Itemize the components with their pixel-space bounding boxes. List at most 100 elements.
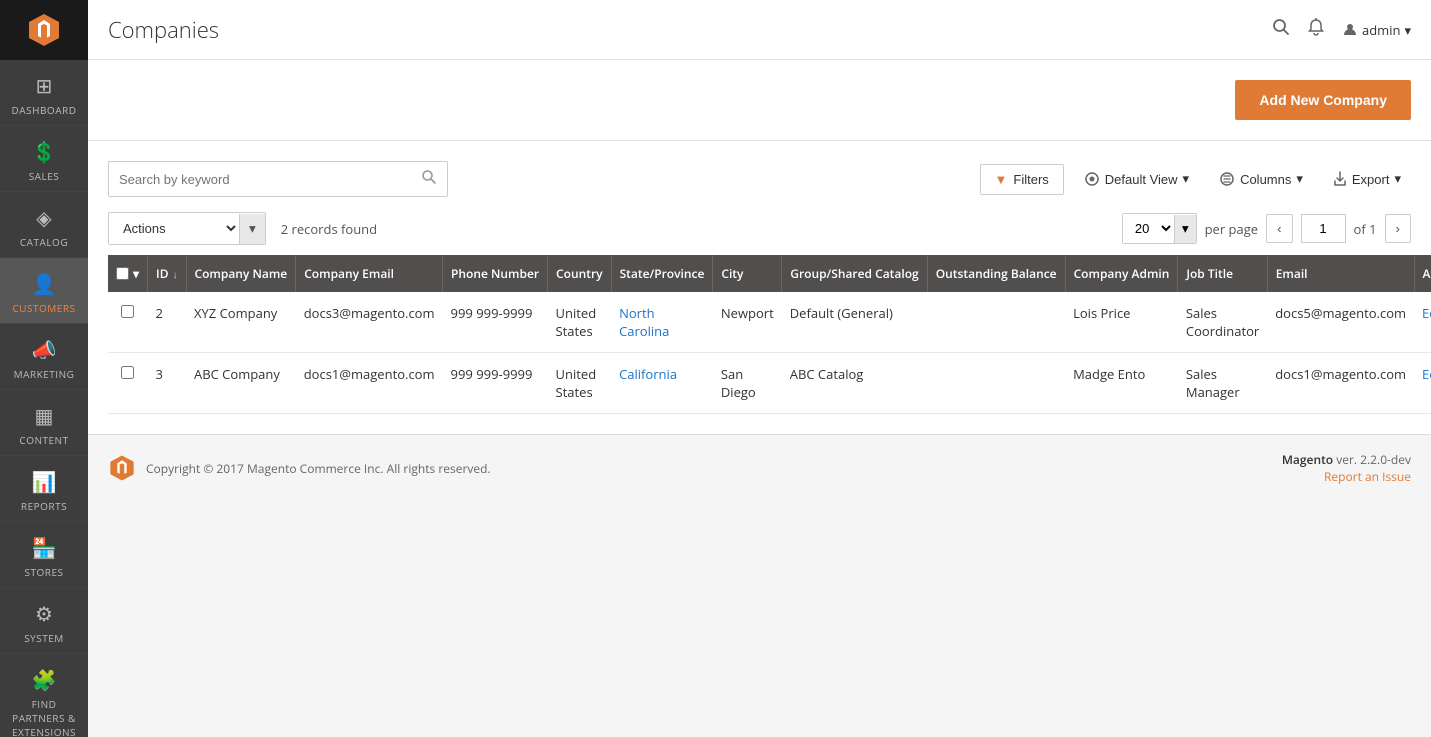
export-label: Export xyxy=(1352,172,1390,187)
magento-logo-icon xyxy=(26,12,62,48)
search-submit-icon[interactable] xyxy=(421,168,437,190)
sidebar-item-partners[interactable]: 🧩 FIND PARTNERS & EXTENSIONS xyxy=(0,654,88,737)
records-count: 2 records found xyxy=(281,220,377,238)
filters-button[interactable]: ▼ Filters xyxy=(980,164,1064,195)
th-state-province[interactable]: State/Province xyxy=(611,255,713,292)
sidebar-item-content-label: CONTENT xyxy=(19,433,68,447)
admin-menu[interactable]: admin ▾ xyxy=(1342,21,1411,39)
row-job-title: Sales Coordinator xyxy=(1178,292,1267,353)
add-new-company-button[interactable]: Add New Company xyxy=(1235,80,1411,120)
actions-select-wrapper: Actions ▾ xyxy=(108,212,266,245)
th-company-name[interactable]: Company Name xyxy=(186,255,296,292)
sidebar-item-sales[interactable]: 💲 SALES xyxy=(0,126,88,192)
row-company-admin: Madge Ento xyxy=(1065,353,1178,414)
per-page-dropdown-button[interactable]: ▾ xyxy=(1174,215,1196,243)
columns-chevron-icon: ▾ xyxy=(1296,171,1303,187)
sidebar-item-content[interactable]: ▦ CONTENT xyxy=(0,390,88,456)
th-id[interactable]: ID ↓ xyxy=(148,255,186,292)
main-content: Companies admin xyxy=(88,0,1431,737)
reports-icon: 📊 xyxy=(32,468,57,495)
th-job-title-label: Job Title xyxy=(1186,265,1233,282)
content-area: Add New Company ▼ Filter xyxy=(88,60,1431,737)
stores-icon: 🏪 xyxy=(32,534,57,561)
row-checkbox-cell[interactable] xyxy=(108,353,148,414)
actions-select[interactable]: Actions xyxy=(109,213,239,244)
sidebar-item-catalog[interactable]: ◈ CATALOG xyxy=(0,192,88,258)
row-email: docs1@magento.com xyxy=(1267,353,1414,414)
notifications-icon[interactable] xyxy=(1308,18,1324,42)
row-action[interactable]: Edit xyxy=(1414,292,1431,353)
row-checkbox[interactable] xyxy=(121,366,134,379)
row-checkbox-cell[interactable] xyxy=(108,292,148,353)
header-actions: admin ▾ xyxy=(1272,18,1411,42)
search-box xyxy=(108,161,448,197)
th-company-admin[interactable]: Company Admin xyxy=(1065,255,1178,292)
th-state-province-label: State/Province xyxy=(620,265,705,282)
row-checkbox[interactable] xyxy=(121,305,134,318)
sidebar-item-stores-label: STORES xyxy=(25,565,64,579)
row-state-province[interactable]: California xyxy=(611,353,713,414)
sidebar: ⊞ DASHBOARD 💲 SALES ◈ CATALOG 👤 CUSTOMER… xyxy=(0,0,88,737)
th-email[interactable]: Email xyxy=(1267,255,1414,292)
th-city-label: City xyxy=(721,265,743,282)
columns-button[interactable]: Columns ▾ xyxy=(1209,165,1313,193)
per-page-select[interactable]: 20 xyxy=(1123,214,1174,243)
page-footer: Copyright © 2017 Magento Commerce Inc. A… xyxy=(88,434,1431,501)
row-company-name: XYZ Company xyxy=(186,292,296,353)
sidebar-item-sales-label: SALES xyxy=(29,169,60,183)
th-job-title[interactable]: Job Title xyxy=(1178,255,1267,292)
pagination: 20 ▾ per page ‹ of 1 › xyxy=(1122,213,1411,244)
row-outstanding-balance xyxy=(927,353,1065,414)
row-group-shared-catalog: Default (General) xyxy=(782,292,927,353)
footer-copyright: Copyright © 2017 Magento Commerce Inc. A… xyxy=(146,460,491,477)
th-country[interactable]: Country xyxy=(548,255,612,292)
sidebar-item-marketing[interactable]: 📣 MARKETING xyxy=(0,324,88,390)
th-country-label: Country xyxy=(556,265,603,282)
next-page-button[interactable]: › xyxy=(1385,214,1411,243)
row-action[interactable]: Edit xyxy=(1414,353,1431,414)
row-phone-number: 999 999-9999 xyxy=(443,292,548,353)
select-all-checkbox[interactable] xyxy=(116,267,129,280)
search-icon[interactable] xyxy=(1272,18,1290,42)
sidebar-item-system[interactable]: ⚙ SYSTEM xyxy=(0,588,88,654)
th-phone-number-label: Phone Number xyxy=(451,265,539,282)
companies-table: ▾ ID ↓ Company Name xyxy=(108,255,1431,414)
edit-link[interactable]: Edit xyxy=(1422,365,1431,383)
marketing-icon: 📣 xyxy=(32,336,57,363)
row-company-name: ABC Company xyxy=(186,353,296,414)
row-job-title: Sales Manager xyxy=(1178,353,1267,414)
report-issue-link[interactable]: Report an Issue xyxy=(1324,468,1411,485)
row-state-province[interactable]: North Carolina xyxy=(611,292,713,353)
sidebar-item-system-label: SYSTEM xyxy=(24,631,64,645)
sidebar-item-reports-label: REPORTS xyxy=(21,499,67,513)
row-country: United States xyxy=(548,292,612,353)
th-checkbox-chevron[interactable]: ▾ xyxy=(133,265,139,282)
page-number-input[interactable] xyxy=(1301,214,1346,243)
footer-right: Magento ver. 2.2.0-dev Report an Issue xyxy=(1282,451,1411,485)
th-outstanding-balance-label: Outstanding Balance xyxy=(936,265,1057,282)
default-view-button[interactable]: Default View ▾ xyxy=(1074,165,1199,193)
sidebar-item-partners-label: FIND PARTNERS & EXTENSIONS xyxy=(5,697,83,737)
prev-page-button[interactable]: ‹ xyxy=(1266,214,1292,243)
edit-link[interactable]: Edit xyxy=(1422,304,1431,322)
sidebar-item-stores[interactable]: 🏪 STORES xyxy=(0,522,88,588)
row-id: 2 xyxy=(148,292,186,353)
th-group-shared-catalog[interactable]: Group/Shared Catalog xyxy=(782,255,927,292)
th-outstanding-balance[interactable]: Outstanding Balance xyxy=(927,255,1065,292)
th-phone-number[interactable]: Phone Number xyxy=(443,255,548,292)
sidebar-item-customers-label: CUSTOMERS xyxy=(12,301,75,315)
sidebar-item-reports[interactable]: 📊 REPORTS xyxy=(0,456,88,522)
th-city[interactable]: City xyxy=(713,255,782,292)
search-input[interactable] xyxy=(119,172,421,187)
filters-label: Filters xyxy=(1013,172,1048,187)
sidebar-item-dashboard-label: DASHBOARD xyxy=(12,103,77,117)
export-button[interactable]: Export ▾ xyxy=(1323,165,1411,193)
sidebar-item-customers[interactable]: 👤 CUSTOMERS xyxy=(0,258,88,324)
footer-version-number: ver. 2.2.0-dev xyxy=(1336,451,1411,468)
th-email-label: Email xyxy=(1276,265,1308,282)
sidebar-item-dashboard[interactable]: ⊞ DASHBOARD xyxy=(0,60,88,126)
th-company-email[interactable]: Company Email xyxy=(296,255,443,292)
row-email: docs5@magento.com xyxy=(1267,292,1414,353)
actions-dropdown-button[interactable]: ▾ xyxy=(239,214,265,244)
actions-bar: Actions ▾ 2 records found 20 ▾ per page … xyxy=(108,212,1411,245)
